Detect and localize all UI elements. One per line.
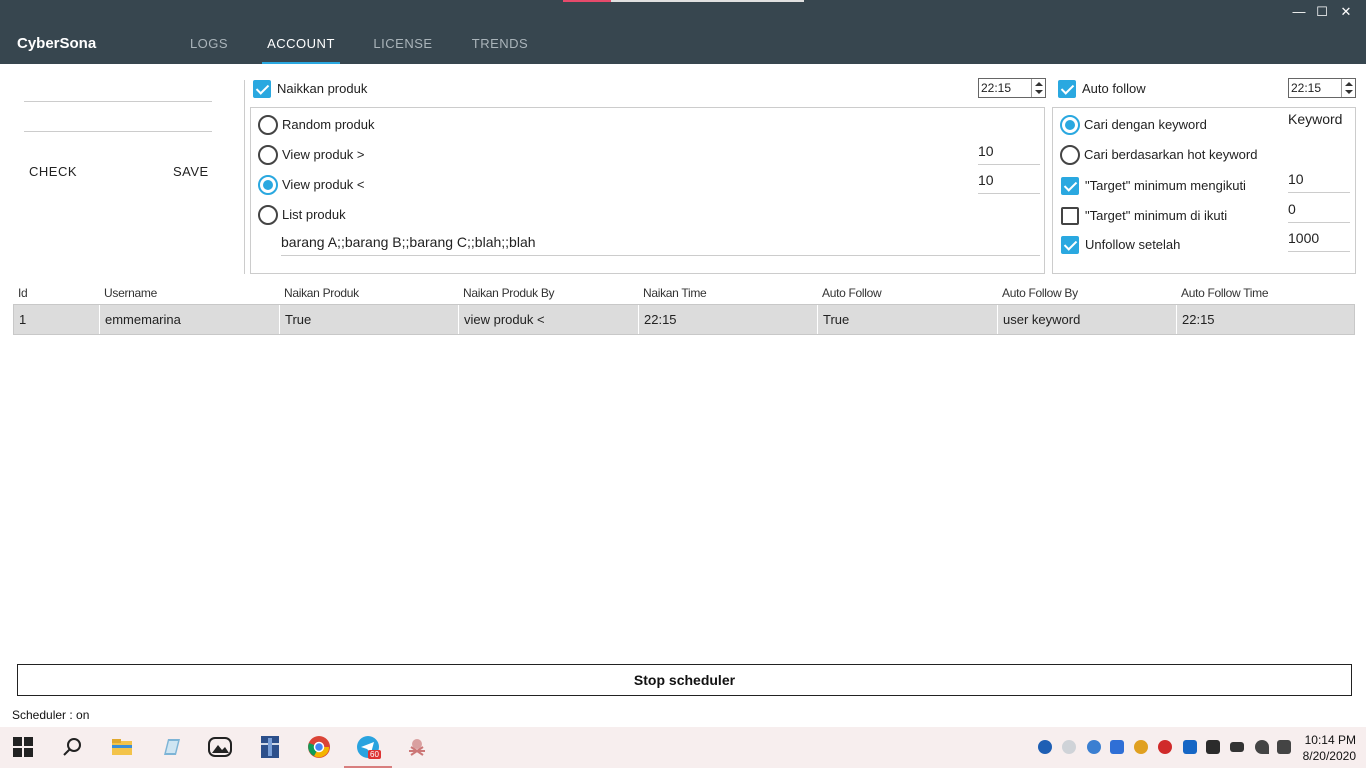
keyword-input[interactable]: Keyword bbox=[1288, 111, 1350, 133]
close-icon[interactable]: ✕ bbox=[1334, 2, 1358, 22]
auto-follow-checkbox[interactable] bbox=[1058, 80, 1076, 98]
chrome-icon[interactable] bbox=[307, 735, 331, 759]
random-produk-radio[interactable] bbox=[258, 115, 278, 135]
windows-start-icon[interactable] bbox=[13, 737, 33, 757]
clock-time: 10:14 PM bbox=[1304, 733, 1356, 747]
username-field[interactable] bbox=[24, 76, 212, 102]
min-followed-input[interactable]: 0 bbox=[1288, 201, 1350, 223]
column-header[interactable]: Auto Follow By bbox=[1002, 286, 1078, 300]
naikkan-produk-checkbox[interactable] bbox=[253, 80, 271, 98]
battery-icon[interactable] bbox=[1230, 742, 1244, 752]
view-produk-greater-input[interactable]: 10 bbox=[978, 143, 1040, 165]
scheduler-status: Scheduler : on bbox=[12, 708, 90, 722]
info-icon[interactable] bbox=[1038, 740, 1052, 754]
random-produk-label: Random produk bbox=[282, 117, 375, 132]
check-button[interactable]: CHECK bbox=[29, 164, 77, 179]
table-cell: user keyword bbox=[997, 305, 1176, 334]
photos-app-icon[interactable] bbox=[208, 735, 232, 759]
column-header[interactable]: Naikan Produk bbox=[284, 286, 359, 300]
min-followed-checkbox[interactable] bbox=[1061, 207, 1079, 225]
unfollow-input[interactable]: 1000 bbox=[1288, 230, 1350, 252]
table-cell: 22:15 bbox=[1176, 305, 1354, 334]
stop-scheduler-button[interactable]: Stop scheduler bbox=[17, 664, 1352, 696]
min-following-input[interactable]: 10 bbox=[1288, 171, 1350, 193]
unfollow-label: Unfollow setelah bbox=[1085, 237, 1181, 252]
bug-app-icon[interactable] bbox=[405, 735, 429, 759]
auto-follow-label: Auto follow bbox=[1082, 81, 1146, 96]
dropbox-icon[interactable] bbox=[1110, 740, 1124, 754]
column-header[interactable]: Naikan Produk By bbox=[463, 286, 555, 300]
titlebar-accent-light bbox=[611, 0, 804, 2]
app-title: CyberSona bbox=[17, 35, 97, 52]
view-produk-greater-label: View produk > bbox=[282, 147, 365, 162]
app-bar: CyberSona LOGS ACCOUNT LICENSE TRENDS bbox=[0, 24, 1366, 64]
view-produk-less-input[interactable]: 10 bbox=[978, 172, 1040, 194]
save-button[interactable]: SAVE bbox=[173, 164, 209, 179]
table-cell: 1 bbox=[19, 312, 27, 327]
window-titlebar: — ☐ ✕ bbox=[0, 0, 1366, 24]
list-produk-label: List produk bbox=[282, 207, 346, 222]
cloud-icon[interactable] bbox=[1062, 740, 1076, 754]
shield-icon[interactable] bbox=[1206, 740, 1220, 754]
column-header[interactable]: Username bbox=[104, 286, 157, 300]
spinner-arrows-icon[interactable] bbox=[1031, 79, 1045, 97]
min-followed-label: "Target" minimum di ikuti bbox=[1085, 208, 1228, 223]
table-cell: emmemarina bbox=[99, 305, 279, 334]
table-cell: 22:15 bbox=[638, 305, 817, 334]
archive-icon[interactable] bbox=[258, 735, 282, 759]
taskbar: 60 10:14 PM 8/20/2020 bbox=[0, 727, 1366, 768]
taskbar-clock[interactable]: 10:14 PM 8/20/2020 bbox=[1303, 732, 1356, 764]
tab-logs[interactable]: LOGS bbox=[186, 24, 232, 64]
view-produk-less-radio[interactable] bbox=[258, 175, 278, 195]
password-field[interactable] bbox=[24, 106, 212, 132]
min-following-checkbox[interactable] bbox=[1061, 177, 1079, 195]
clock-date: 8/20/2020 bbox=[1302, 749, 1356, 763]
column-header[interactable]: Id bbox=[18, 286, 28, 300]
panel-divider bbox=[244, 80, 245, 274]
tab-trends[interactable]: TRENDS bbox=[468, 24, 532, 64]
telegram-badge: 60 bbox=[368, 750, 381, 759]
hot-keyword-radio[interactable] bbox=[1060, 145, 1080, 165]
list-produk-input[interactable]: barang A;;barang B;;barang C;;blah;;blah bbox=[281, 234, 1040, 256]
telegram-icon[interactable]: 60 bbox=[344, 735, 392, 768]
column-header[interactable]: Auto Follow Time bbox=[1181, 286, 1269, 300]
column-header[interactable]: Naikan Time bbox=[643, 286, 707, 300]
cari-keyword-label: Cari dengan keyword bbox=[1084, 117, 1207, 132]
tab-account[interactable]: ACCOUNT bbox=[262, 24, 340, 64]
view-produk-less-label: View produk < bbox=[282, 177, 365, 192]
minimize-icon[interactable]: — bbox=[1287, 2, 1311, 22]
table-row[interactable]: 1 emmemarina True view produk < 22:15 Tr… bbox=[13, 304, 1355, 335]
cari-keyword-radio[interactable] bbox=[1060, 115, 1080, 135]
tab-license[interactable]: LICENSE bbox=[370, 24, 436, 64]
naikkan-time-value: 22:15 bbox=[981, 81, 1012, 95]
search-icon[interactable] bbox=[61, 735, 85, 759]
naikkan-produk-label: Naikkan produk bbox=[277, 81, 368, 96]
bluetooth-icon[interactable] bbox=[1183, 740, 1197, 754]
antivirus-icon[interactable] bbox=[1158, 740, 1172, 754]
volume-icon[interactable] bbox=[1277, 740, 1291, 754]
table-cell: True bbox=[817, 305, 997, 334]
notepad-icon[interactable] bbox=[160, 735, 184, 759]
spinner-arrows-icon[interactable] bbox=[1341, 79, 1355, 97]
chrome-tray-icon[interactable] bbox=[1134, 740, 1148, 754]
file-explorer-icon[interactable] bbox=[110, 735, 134, 759]
sync-icon[interactable] bbox=[1087, 740, 1101, 754]
naikkan-time-spinner[interactable]: 22:15 bbox=[978, 78, 1046, 98]
min-following-label: "Target" minimum mengikuti bbox=[1085, 178, 1246, 193]
view-produk-greater-radio[interactable] bbox=[258, 145, 278, 165]
list-produk-radio[interactable] bbox=[258, 205, 278, 225]
table-cell: True bbox=[279, 305, 458, 334]
table-cell: view produk < bbox=[458, 305, 638, 334]
auto-follow-time-value: 22:15 bbox=[1291, 81, 1322, 95]
titlebar-accent bbox=[563, 0, 611, 2]
maximize-icon[interactable]: ☐ bbox=[1310, 2, 1334, 22]
column-header[interactable]: Auto Follow bbox=[822, 286, 882, 300]
wifi-icon[interactable] bbox=[1255, 740, 1269, 754]
unfollow-checkbox[interactable] bbox=[1061, 236, 1079, 254]
hot-keyword-label: Cari berdasarkan hot keyword bbox=[1084, 147, 1258, 162]
auto-follow-time-spinner[interactable]: 22:15 bbox=[1288, 78, 1356, 98]
